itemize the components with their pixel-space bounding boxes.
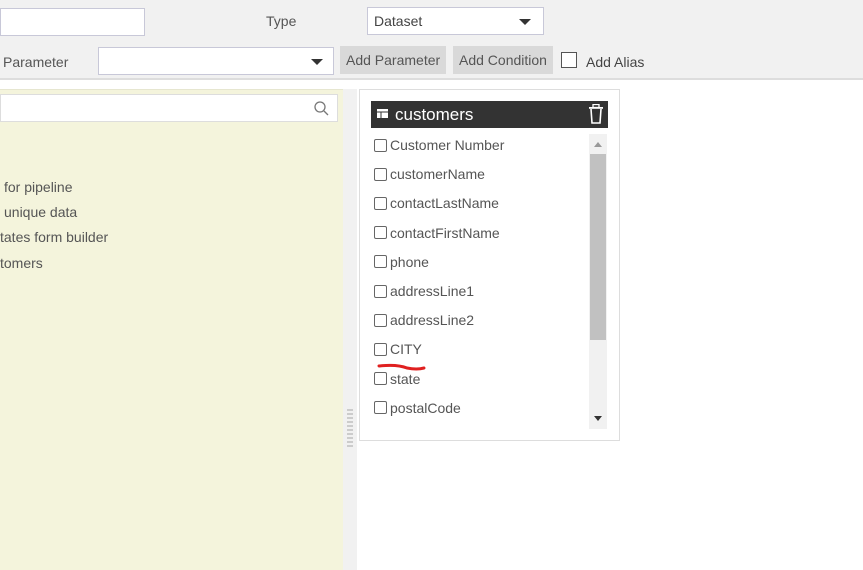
scroll-up-icon[interactable]: [594, 142, 602, 147]
scrollbar[interactable]: [589, 134, 607, 429]
field-label: postalCode: [390, 399, 461, 416]
chevron-down-icon: [311, 59, 323, 65]
field-label: Customer Number: [390, 137, 505, 153]
field-checkbox[interactable]: [374, 255, 387, 269]
table-card-customers: customers Customer Number customerName con…: [359, 89, 620, 441]
field-item[interactable]: contactLastName: [374, 195, 499, 211]
add-condition-button[interactable]: Add Condition: [453, 46, 553, 74]
field-checkbox[interactable]: [374, 226, 387, 240]
table-name: customers: [395, 105, 474, 124]
scrollbar-thumb[interactable]: [590, 154, 606, 340]
add-alias-checkbox[interactable]: [561, 52, 577, 68]
add-alias-label: Add Alias: [586, 54, 645, 70]
field-checkbox[interactable]: [374, 313, 387, 327]
add-parameter-button[interactable]: Add Parameter: [340, 46, 447, 74]
field-label: contactLastName: [390, 195, 499, 212]
field-item[interactable]: phone: [374, 254, 429, 270]
list-item[interactable]: tomers: [0, 255, 43, 271]
field-checkbox[interactable]: [374, 401, 387, 415]
list-item[interactable]: tates form builder: [0, 229, 108, 245]
field-label: phone: [390, 253, 429, 270]
field-checkbox[interactable]: [374, 342, 387, 356]
red-underline-annotation: [377, 363, 426, 371]
type-label: Type: [266, 13, 297, 29]
field-checkbox[interactable]: [374, 167, 387, 181]
list-item[interactable]: unique data: [4, 204, 77, 220]
field-label: customerName: [390, 166, 485, 183]
list-item[interactable]: for pipeline: [4, 179, 73, 195]
field-item[interactable]: customerName: [374, 166, 485, 182]
toolbar: Type Dataset Parameter Add Parameter Add…: [0, 0, 863, 80]
type-select-value: Dataset: [374, 13, 423, 29]
field-label: CITY: [390, 341, 422, 358]
field-item[interactable]: Customer Number: [374, 137, 504, 153]
resize-handle[interactable]: [343, 89, 357, 570]
parameter-select[interactable]: [98, 47, 334, 75]
field-item[interactable]: postalCode: [374, 400, 461, 416]
type-select[interactable]: Dataset: [367, 7, 544, 35]
field-item[interactable]: contactFirstName: [374, 225, 500, 241]
field-item[interactable]: addressLine1: [374, 283, 474, 299]
table-header: customers: [371, 101, 608, 128]
field-checkbox[interactable]: [374, 372, 387, 386]
search-icon: [314, 101, 329, 116]
field-label: state: [390, 370, 421, 387]
field-label: contactFirstName: [390, 224, 500, 241]
field-checkbox[interactable]: [374, 284, 387, 298]
grip-icon: [347, 409, 353, 447]
chevron-down-icon: [519, 19, 531, 25]
search-input[interactable]: [0, 94, 338, 122]
field-checkbox[interactable]: [374, 138, 387, 152]
field-label: addressLine2: [390, 312, 475, 329]
dataset-list-panel: for pipeline unique data tates form buil…: [0, 89, 343, 570]
parameter-label: Parameter: [3, 54, 69, 70]
name-input[interactable]: [0, 8, 145, 36]
table-icon: [377, 109, 388, 118]
field-item[interactable]: addressLine2: [374, 312, 474, 328]
field-checkbox[interactable]: [374, 196, 387, 210]
field-item[interactable]: state: [374, 371, 420, 387]
scroll-down-icon[interactable]: [594, 416, 602, 421]
field-item[interactable]: CITY: [374, 341, 422, 357]
trash-icon[interactable]: [588, 104, 604, 124]
field-label: addressLine1: [390, 283, 475, 299]
